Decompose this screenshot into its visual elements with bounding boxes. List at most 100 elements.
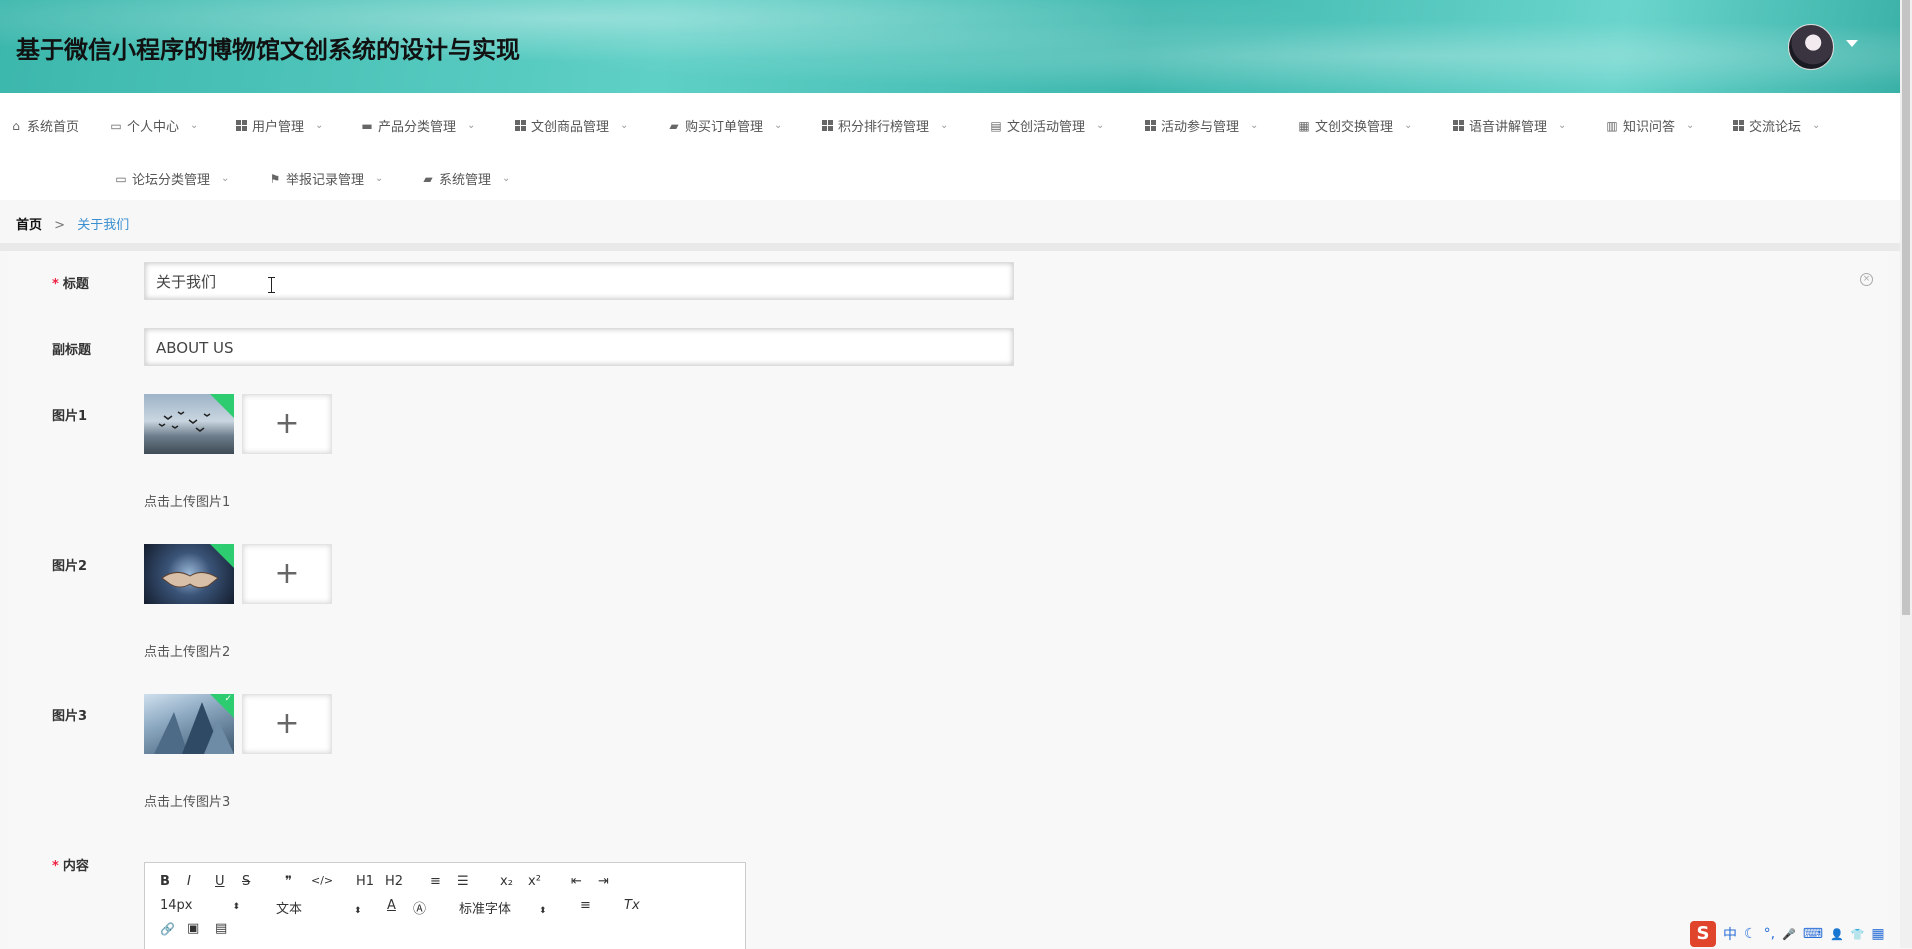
uploaded-badge: [210, 544, 234, 568]
font-family-select[interactable]: 标准字体 ⬍: [459, 898, 547, 917]
rich-text-editor[interactable]: B I U S ❞ </> H1 H2 ≡ ☰ x₂ x² ⇤ ⇥ 14px ⬍ …: [144, 862, 746, 949]
superscript-button[interactable]: x²: [528, 874, 541, 889]
bold-button[interactable]: B: [160, 874, 170, 889]
app-title: 基于微信小程序的博物馆文创系统的设计与实现: [16, 36, 520, 64]
nav-item-system[interactable]: ▰ 系统管理 ⌄: [422, 169, 510, 189]
chevron-down-icon: ⌄: [375, 173, 384, 184]
breadcrumb: 首页 > 关于我们: [16, 214, 129, 233]
nav-item-reports[interactable]: ⚑ 举报记录管理 ⌄: [269, 169, 384, 189]
ime-toolbar[interactable]: S 中 ☾ °, 🎤 ⌨ 👤 👕 ▦: [1690, 920, 1900, 948]
scrollbar-thumb[interactable]: [1902, 0, 1910, 615]
books-icon: ▥: [1606, 118, 1618, 133]
top-nav: ⌂ 系统首页 ▭ 个人中心 ⌄ 用户管理 ⌄ ▬ 产品分类管理 ⌄ 文创商品管理…: [0, 93, 1900, 200]
scrollbar[interactable]: [1900, 0, 1912, 948]
flag-icon: ⚑: [269, 171, 281, 186]
skin-icon[interactable]: 👕: [1851, 928, 1865, 941]
nav-item-points-rank[interactable]: 积分排行榜管理 ⌄: [822, 116, 948, 135]
comment-icon: ▬: [361, 118, 373, 133]
align-button[interactable]: ≡: [580, 898, 591, 913]
background-color-button[interactable]: Ⓐ: [413, 898, 426, 917]
h2-button[interactable]: H2: [385, 874, 403, 889]
nav-item-home[interactable]: ⌂ 系统首页: [10, 116, 79, 136]
clear-format-button[interactable]: Tx: [624, 898, 640, 913]
image1-thumbnail[interactable]: [144, 394, 234, 454]
nav-item-product-category[interactable]: ▬ 产品分类管理 ⌄: [361, 116, 475, 136]
nav-item-orders[interactable]: ▰ 购买订单管理 ⌄: [668, 116, 783, 136]
chevron-down-icon: ⌄: [1686, 120, 1695, 131]
image2-thumbnail[interactable]: [144, 544, 234, 604]
italic-button[interactable]: I: [187, 874, 191, 889]
nav-item-forum[interactable]: 交流论坛 ⌄: [1733, 116, 1820, 135]
clipboard-icon: ▤: [990, 118, 1002, 133]
required-mark: *: [52, 277, 59, 292]
check-icon: ✓: [224, 694, 232, 704]
ime-mode[interactable]: 中: [1723, 924, 1737, 944]
briefcase-icon: ▰: [669, 118, 679, 133]
mic-icon[interactable]: 🎤: [1782, 928, 1796, 941]
format-select[interactable]: 文本 ⬍: [276, 898, 362, 917]
monitor-icon: ▭: [115, 171, 127, 186]
card-icon: ▭: [110, 118, 122, 133]
header-banner: 基于微信小程序的博物馆文创系统的设计与实现: [0, 0, 1900, 93]
nav-item-activities[interactable]: ▤ 文创活动管理 ⌄: [990, 116, 1105, 136]
nav-item-qa[interactable]: ▥ 知识问答 ⌄: [1606, 116, 1695, 136]
image2-upload-button[interactable]: +: [242, 544, 332, 604]
indent-button[interactable]: ⇥: [598, 874, 609, 889]
image2-label: 图片2: [52, 559, 88, 574]
video-button[interactable]: ▤: [215, 921, 227, 936]
image3-hint: 点击上传图片3: [144, 795, 231, 810]
grid-icon: [1145, 120, 1156, 131]
image3-upload-button[interactable]: +: [242, 694, 332, 754]
nav-item-exchange[interactable]: ▦ 文创交换管理 ⌄: [1298, 116, 1412, 136]
underline-button[interactable]: U: [215, 874, 225, 889]
blockquote-button[interactable]: ❞: [285, 874, 292, 889]
breadcrumb-home[interactable]: 首页: [16, 218, 42, 233]
font-size-select[interactable]: 14px ⬍: [160, 898, 240, 913]
avatar-dropdown-icon[interactable]: [1846, 40, 1858, 47]
h1-button[interactable]: H1: [356, 874, 374, 889]
ordered-list-button[interactable]: ≡: [430, 874, 441, 889]
home-icon: ⌂: [12, 118, 20, 133]
apps-icon[interactable]: ▦: [1871, 926, 1884, 942]
subtitle-label: 副标题: [52, 343, 92, 358]
code-button[interactable]: </>: [311, 874, 333, 887]
moon-icon[interactable]: ☾: [1744, 926, 1757, 942]
sogou-logo-icon[interactable]: S: [1690, 921, 1716, 947]
nav-item-personal[interactable]: ▭ 个人中心 ⌄: [110, 116, 198, 136]
content-label: * 内容: [52, 859, 89, 874]
user-avatar[interactable]: [1788, 24, 1834, 70]
keyboard-icon[interactable]: ⌨: [1803, 926, 1823, 942]
chevron-down-icon: ⌄: [774, 120, 783, 131]
grid-icon: [1453, 120, 1464, 131]
nav-item-voice-guide[interactable]: 语音讲解管理 ⌄: [1453, 116, 1566, 135]
about-form: × * 标题 关于我们 副标题 ABOUT US 图片1 + 点击上传图片1 图片…: [8, 251, 1888, 949]
nav-item-forum-category[interactable]: ▭ 论坛分类管理 ⌄: [115, 169, 229, 189]
folder-icon: ▰: [423, 171, 433, 186]
link-button[interactable]: 🔗: [160, 922, 175, 936]
outdent-button[interactable]: ⇤: [571, 874, 582, 889]
chevron-down-icon: ⌄: [315, 120, 324, 131]
punctuation-icon[interactable]: °,: [1764, 926, 1775, 942]
user-icon[interactable]: 👤: [1830, 928, 1844, 941]
chevron-down-icon: ⌄: [620, 120, 629, 131]
image-button[interactable]: ▣: [187, 921, 199, 936]
grid-icon: [515, 120, 526, 131]
chevron-down-icon: ⌄: [1096, 120, 1105, 131]
grid-icon: [822, 120, 833, 131]
required-mark: *: [52, 859, 59, 874]
image3-label: 图片3: [52, 709, 88, 724]
image1-upload-button[interactable]: +: [242, 394, 332, 454]
nav-item-users[interactable]: 用户管理 ⌄: [236, 116, 323, 135]
table-icon: ▦: [1298, 118, 1310, 133]
uploaded-badge: [210, 394, 234, 418]
subscript-button[interactable]: x₂: [500, 874, 513, 889]
subtitle-input[interactable]: ABOUT US: [144, 328, 1014, 366]
close-icon[interactable]: ×: [1860, 273, 1873, 286]
image3-thumbnail[interactable]: ✓: [144, 694, 234, 754]
nav-item-goods[interactable]: 文创商品管理 ⌄: [515, 116, 628, 135]
nav-item-participation[interactable]: 活动参与管理 ⌄: [1145, 116, 1258, 135]
bullet-list-button[interactable]: ☰: [457, 874, 469, 889]
font-color-button[interactable]: A: [387, 898, 396, 913]
breadcrumb-current: 关于我们: [77, 218, 130, 233]
strike-button[interactable]: S: [242, 874, 250, 889]
